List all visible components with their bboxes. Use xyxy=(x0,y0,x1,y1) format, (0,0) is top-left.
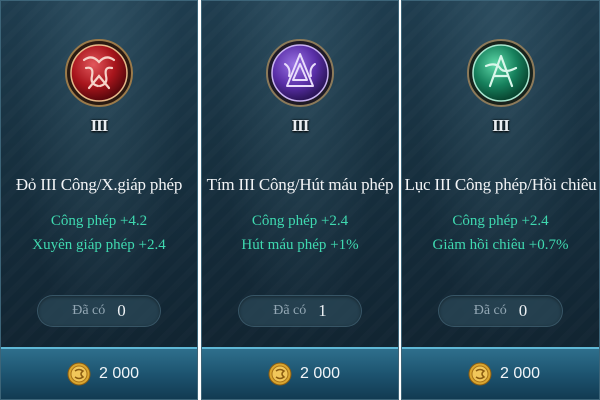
stat-line-2: Hút máu phép +1% xyxy=(241,237,359,253)
arcana-card-green[interactable]: III Lục III Công phép/Hồi chiêu Công phé… xyxy=(401,0,600,400)
tier-label: III xyxy=(492,116,510,135)
owned-label: Đã có xyxy=(72,303,106,318)
buy-button[interactable]: 2 000 xyxy=(402,347,599,399)
owned-count-box: Đã có 1 xyxy=(238,295,362,327)
owned-count-box: Đã có 0 xyxy=(37,295,161,327)
arcana-card-purple[interactable]: III Tím III Công/Hút máu phép Công phép … xyxy=(201,0,399,400)
price-label: 2 000 xyxy=(300,365,341,382)
owned-label: Đã có xyxy=(273,303,307,318)
tier-label: III xyxy=(291,116,310,135)
gold-coin-icon xyxy=(67,362,91,386)
stat-line-1: Công phép +2.4 xyxy=(452,213,549,229)
owned-count-box: Đã có 0 xyxy=(438,295,563,327)
owned-count: 0 xyxy=(117,301,126,320)
tier-label: III xyxy=(90,116,109,135)
buy-button[interactable]: 2 000 xyxy=(202,347,398,399)
owned-count: 1 xyxy=(318,301,327,320)
buy-button[interactable]: 2 000 xyxy=(1,347,197,399)
stat-line-1: Công phép +2.4 xyxy=(251,213,349,229)
red-arcana-gem-icon xyxy=(64,38,134,108)
arcana-shop: III Đỏ III Công/X.giáp phép Công phép +4… xyxy=(0,0,600,400)
price-label: 2 000 xyxy=(99,365,140,382)
arcana-title: Đỏ III Công/X.giáp phép xyxy=(15,175,183,194)
gold-coin-icon xyxy=(468,362,492,386)
stat-line-2: Giảm hồi chiêu +0.7% xyxy=(432,237,569,253)
arcana-card-red[interactable]: III Đỏ III Công/X.giáp phép Công phép +4… xyxy=(0,0,198,400)
price-label: 2 000 xyxy=(500,365,541,382)
stat-line-1: Công phép +4.2 xyxy=(50,213,148,229)
owned-label: Đã có xyxy=(473,303,507,318)
stat-line-2: Xuyên giáp phép +2.4 xyxy=(32,237,166,253)
purple-arcana-gem-icon xyxy=(265,38,335,108)
green-arcana-gem-icon xyxy=(466,38,536,108)
arcana-title: Tím III Công/Hút máu phép xyxy=(206,175,394,194)
arcana-title: Lục III Công phép/Hồi chiêu xyxy=(404,175,597,194)
owned-count: 0 xyxy=(518,301,528,320)
gold-coin-icon xyxy=(268,362,292,386)
